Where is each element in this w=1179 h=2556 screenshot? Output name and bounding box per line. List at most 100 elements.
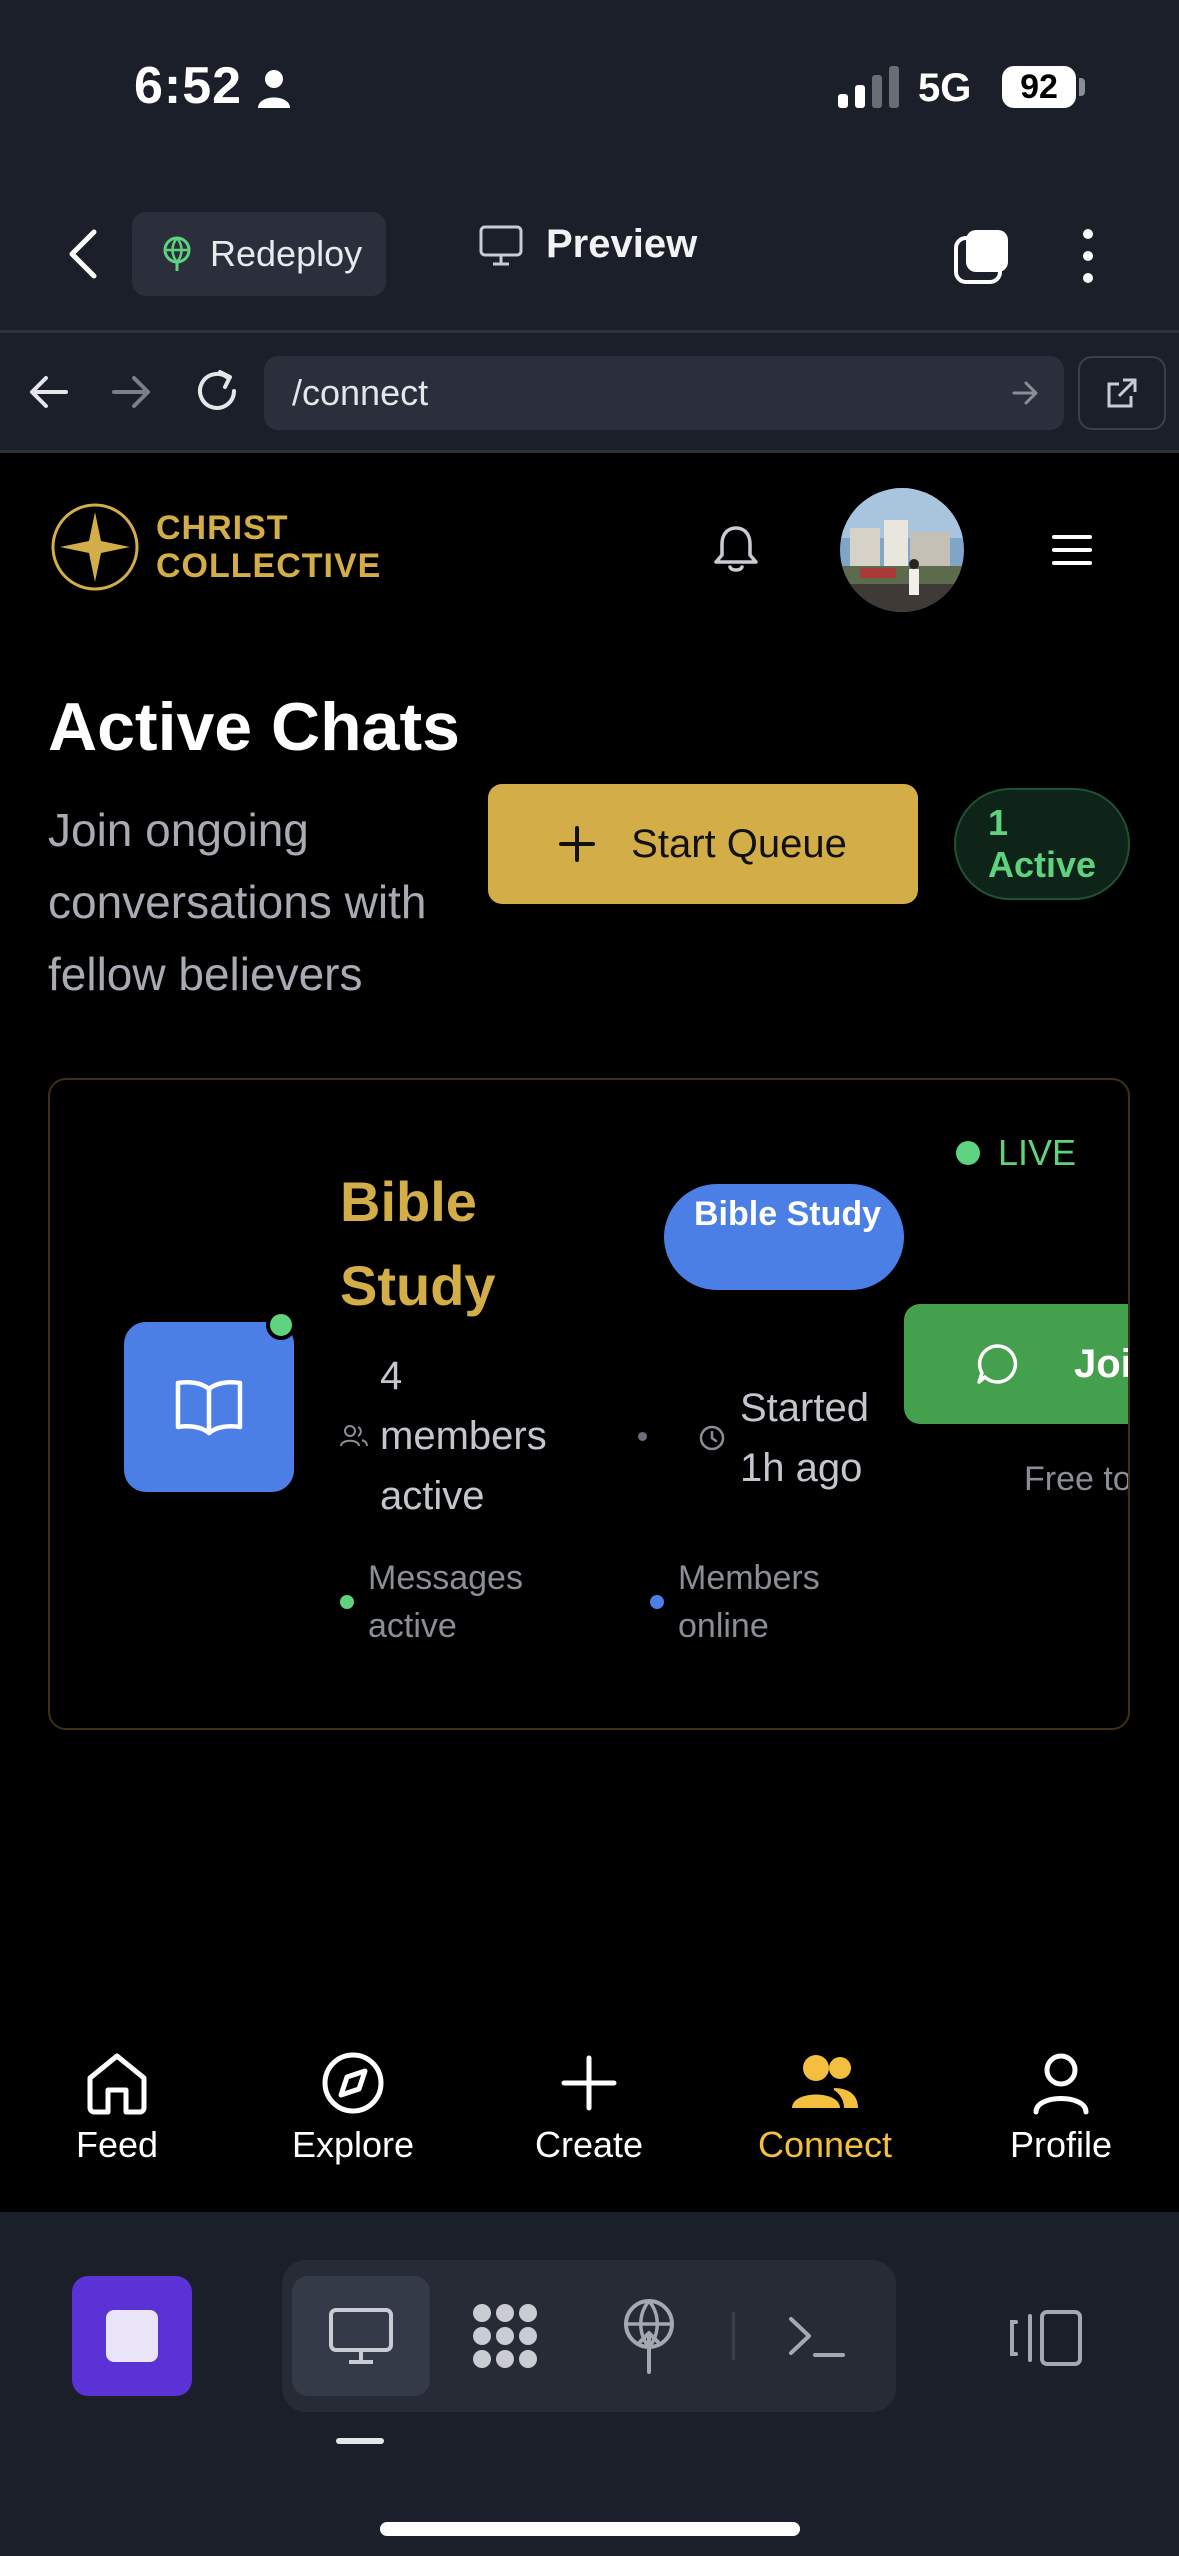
live-label: LIVE bbox=[998, 1132, 1077, 1173]
page-subtitle: Join ongoing conversations with fellow b… bbox=[48, 804, 427, 1000]
bell-icon[interactable] bbox=[712, 524, 760, 574]
clock-icon bbox=[699, 1425, 725, 1451]
preview-tab[interactable]: Preview bbox=[478, 222, 697, 267]
battery-tip bbox=[1079, 78, 1085, 96]
stop-icon bbox=[106, 2310, 158, 2362]
tab-connect-label: Connect bbox=[757, 2124, 893, 2165]
browser-forward-icon[interactable] bbox=[110, 372, 154, 412]
live-indicator: LIVE bbox=[956, 1132, 1076, 1174]
brand-logo[interactable]: CHRIST COLLECTIVE bbox=[50, 502, 381, 592]
tab-feed-label: Feed bbox=[75, 2124, 159, 2165]
tab-profile[interactable]: Profile bbox=[961, 2050, 1161, 2166]
user-icon bbox=[1033, 2053, 1089, 2115]
users-icon bbox=[792, 2055, 858, 2108]
home-indicator bbox=[380, 2522, 800, 2536]
monitor-icon bbox=[329, 2308, 393, 2364]
tab-create-label: Create bbox=[534, 2124, 644, 2165]
brand-line-1: CHRIST bbox=[156, 509, 289, 547]
brand-line-2: COLLECTIVE bbox=[156, 547, 382, 585]
menu-icon[interactable] bbox=[1052, 534, 1092, 566]
person-icon bbox=[258, 70, 290, 108]
plus-icon bbox=[559, 826, 596, 862]
started-text: Started 1h ago bbox=[740, 1386, 869, 1490]
tab-feed[interactable]: Feed bbox=[17, 2050, 217, 2166]
members-text: 4 members active bbox=[380, 1354, 547, 1518]
tab-explore-label: Explore bbox=[291, 2124, 415, 2165]
star-logo-icon bbox=[51, 503, 139, 591]
reload-icon[interactable] bbox=[192, 366, 242, 416]
join-label: Join bbox=[1074, 1341, 1128, 1386]
book-open-icon bbox=[175, 1380, 243, 1436]
signal-icon bbox=[838, 66, 899, 108]
tool-shell[interactable] bbox=[748, 2276, 886, 2396]
members-legend-text: Members online bbox=[678, 1559, 820, 1645]
messages-dot bbox=[340, 1595, 354, 1609]
active-label: Active bbox=[988, 844, 1097, 885]
chat-card[interactable]: Bible Study Bible Study LIVE Join Free t… bbox=[48, 1078, 1130, 1730]
tabs-icon[interactable] bbox=[952, 226, 1012, 286]
more-vertical-icon[interactable] bbox=[1080, 226, 1096, 286]
terminal-icon bbox=[789, 2317, 845, 2357]
replit-bottom-toolbar bbox=[0, 2212, 1179, 2556]
deploy-icon bbox=[163, 236, 191, 271]
replit-top-chrome: 6:52 5G 92 Redeploy Preview /connect bbox=[0, 0, 1179, 453]
page-title: Active Chats bbox=[48, 689, 460, 765]
panels-icon[interactable] bbox=[1006, 2308, 1084, 2368]
battery-level: 92 bbox=[1002, 66, 1076, 108]
network-type: 5G bbox=[918, 66, 972, 110]
active-count-badge: 1 Active bbox=[954, 788, 1130, 900]
agent-icon bbox=[473, 2304, 537, 2368]
online-dot bbox=[266, 1310, 296, 1340]
header-divider bbox=[0, 330, 1179, 333]
chat-room-icon bbox=[124, 1322, 294, 1492]
tab-explore[interactable]: Explore bbox=[253, 2050, 453, 2166]
compass-icon bbox=[322, 2052, 384, 2114]
url-bar[interactable]: /connect bbox=[264, 356, 1064, 430]
chat-title: Bible Study bbox=[340, 1170, 496, 1317]
go-arrow-icon[interactable] bbox=[1012, 380, 1040, 406]
separator-dot bbox=[638, 1432, 647, 1441]
messages-legend: Messages active bbox=[340, 1554, 568, 1650]
messages-legend-text: Messages active bbox=[368, 1559, 523, 1645]
message-circle-icon bbox=[977, 1344, 1018, 1384]
tab-profile-label: Profile bbox=[1009, 2124, 1113, 2165]
start-queue-button[interactable]: Start Queue bbox=[488, 784, 918, 904]
tool-preview[interactable] bbox=[292, 2276, 430, 2396]
browser-back-icon[interactable] bbox=[26, 372, 70, 412]
preview-label: Preview bbox=[546, 222, 698, 266]
open-external-button[interactable] bbox=[1078, 356, 1166, 430]
start-queue-label: Start Queue bbox=[631, 821, 847, 866]
members-dot bbox=[650, 1595, 664, 1609]
users-icon bbox=[340, 1425, 368, 1447]
live-dot bbox=[956, 1141, 980, 1165]
avatar[interactable] bbox=[840, 488, 964, 612]
monitor-icon bbox=[479, 225, 523, 265]
selected-tool-indicator bbox=[336, 2438, 384, 2444]
started-time: Started 1h ago bbox=[698, 1378, 900, 1498]
category-tag: Bible Study bbox=[664, 1184, 904, 1290]
url-text: /connect bbox=[292, 372, 429, 413]
stop-button[interactable] bbox=[72, 2276, 192, 2396]
free-text: Free to bbox=[1024, 1460, 1130, 1498]
status-time: 6:52 bbox=[134, 57, 243, 115]
external-link-icon bbox=[1107, 378, 1137, 408]
members-count: 4 members active bbox=[340, 1346, 580, 1526]
plus-icon bbox=[561, 2055, 617, 2111]
members-legend: Members online bbox=[650, 1554, 878, 1650]
back-chevron-icon[interactable] bbox=[62, 226, 106, 282]
tool-agent[interactable] bbox=[436, 2276, 574, 2396]
active-count: 1 bbox=[988, 802, 1009, 843]
redeploy-button[interactable]: Redeploy bbox=[132, 212, 386, 296]
bottom-tab-bar: Feed Explore Create Connect Profile bbox=[0, 2030, 1179, 2212]
join-button[interactable]: Join bbox=[904, 1304, 1128, 1424]
tab-create[interactable]: Create bbox=[489, 2050, 689, 2166]
tool-switcher bbox=[282, 2260, 896, 2412]
redeploy-label: Redeploy bbox=[210, 233, 363, 274]
home-icon bbox=[87, 2053, 147, 2115]
tool-separator bbox=[732, 2312, 735, 2360]
avatar-photo bbox=[840, 488, 964, 612]
tool-deploy[interactable] bbox=[580, 2276, 718, 2396]
tab-connect[interactable]: Connect bbox=[725, 2050, 925, 2166]
browser-divider bbox=[0, 450, 1179, 453]
deploy-icon bbox=[624, 2299, 674, 2374]
